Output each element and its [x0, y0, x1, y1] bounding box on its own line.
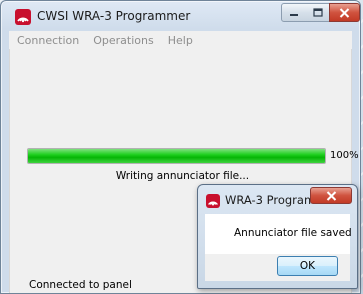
maximize-button[interactable]: [306, 3, 330, 22]
ok-button[interactable]: OK: [277, 256, 338, 276]
app-logo-icon: [206, 194, 220, 208]
status-text: Connected to panel: [29, 279, 132, 291]
maximize-icon: [312, 8, 323, 17]
title-bar[interactable]: CWSI WRA-3 Programmer: [1, 1, 360, 31]
dialog-close-button[interactable]: [310, 187, 352, 204]
window-title: CWSI WRA-3 Programmer: [37, 9, 191, 23]
minimize-icon: [290, 13, 298, 16]
dialog-footer: OK: [205, 254, 350, 281]
progress-label: Writing annunciator file...: [115, 170, 250, 182]
dialog-body: Annunciator file saved: [205, 214, 352, 254]
dialog-message: Annunciator file saved: [234, 227, 352, 239]
progress-fill: [28, 149, 325, 163]
close-icon: [339, 7, 350, 18]
progress-bar: [27, 148, 326, 164]
close-icon: [326, 190, 336, 201]
menu-help[interactable]: Help: [168, 34, 193, 47]
message-dialog: WRA-3 Program... Annunciator file saved …: [197, 184, 358, 289]
minimize-button[interactable]: [281, 3, 307, 22]
menu-bar: Connection Operations Help: [9, 31, 352, 49]
progress-percent: 100%: [330, 150, 359, 161]
close-button[interactable]: [329, 3, 360, 22]
menu-operations[interactable]: Operations: [93, 34, 153, 47]
app-logo-icon: [15, 9, 31, 25]
menu-connection[interactable]: Connection: [17, 34, 79, 47]
